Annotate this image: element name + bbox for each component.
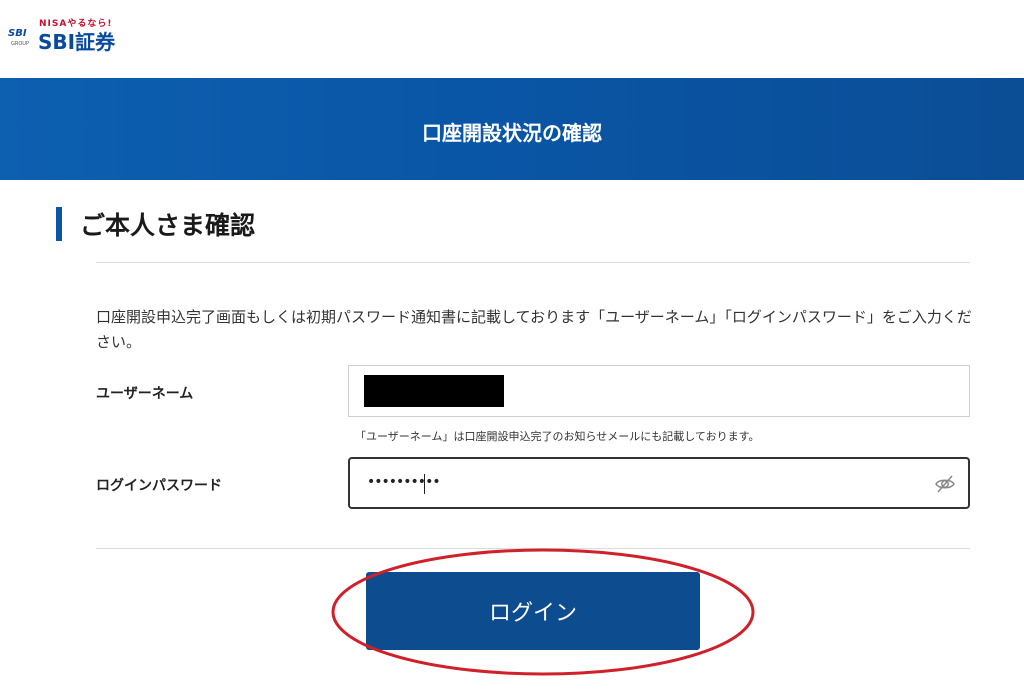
sbi-group-mark: SBI GROUP	[8, 28, 38, 48]
username-input[interactable]	[348, 365, 970, 417]
login-page: NISAやるなら! SBI GROUP SBI証券 口座開設状況の確認 ご本人さ…	[0, 0, 1024, 690]
logo-brand: SBI証券	[38, 30, 116, 54]
divider-top	[96, 262, 970, 263]
section-heading: ご本人さま確認	[56, 207, 255, 241]
group-word: GROUP	[11, 41, 29, 47]
password-input[interactable]: ••••••••••	[348, 457, 970, 509]
divider-bottom	[96, 548, 970, 549]
header-bar: 口座開設状況の確認	[0, 78, 1024, 180]
login-button[interactable]: ログイン	[366, 572, 700, 650]
sbi-logo[interactable]: NISAやるなら! SBI GROUP SBI証券	[8, 14, 138, 54]
page-title: 口座開設状況の確認	[422, 120, 602, 145]
redacted-username	[364, 375, 504, 407]
instructions-text: 口座開設申込完了画面もしくは初期パスワード通知書に記載しております「ユーザーネー…	[96, 308, 972, 351]
group-mark-text: SBI	[8, 28, 27, 39]
password-masked-value: ••••••••••	[367, 474, 441, 490]
username-hint: 「ユーザーネーム」は口座開設申込完了のお知らせメールにも記載しております。	[355, 430, 760, 443]
username-label: ユーザーネーム	[96, 386, 194, 402]
heading-accent-bar	[56, 207, 62, 241]
text-caret	[424, 474, 425, 494]
password-label: ログインパスワード	[96, 478, 222, 494]
eye-off-icon[interactable]	[934, 473, 956, 495]
section-heading-text: ご本人さま確認	[80, 211, 256, 240]
